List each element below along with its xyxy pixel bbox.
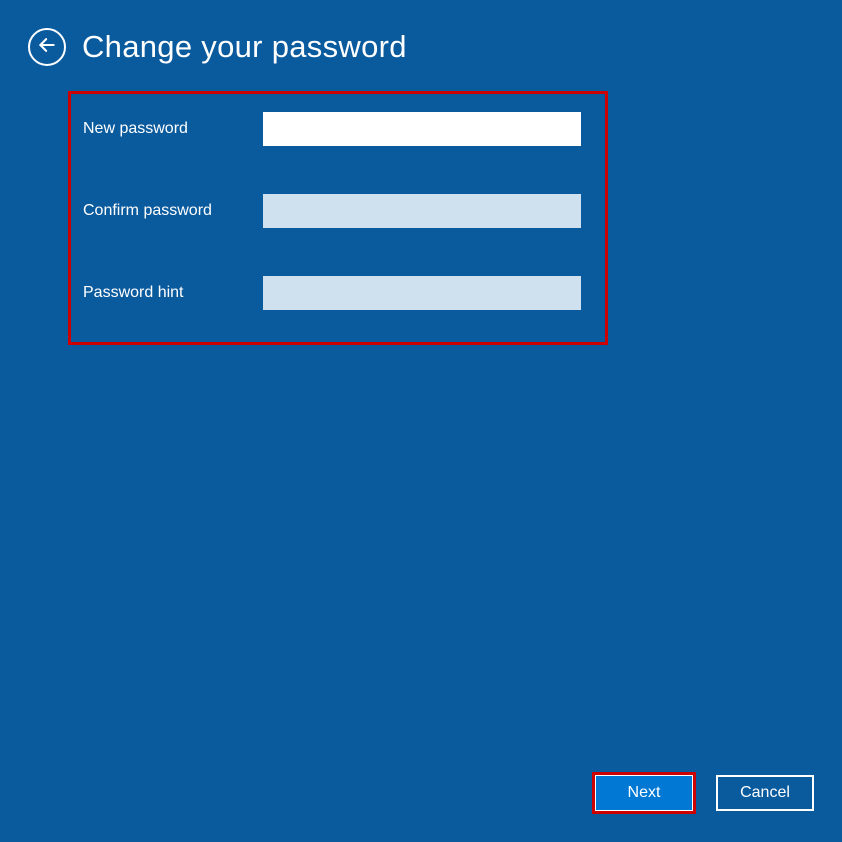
confirm-password-input[interactable] bbox=[263, 194, 581, 228]
back-button[interactable] bbox=[28, 28, 66, 66]
button-bar: Next Cancel bbox=[592, 772, 814, 814]
new-password-row: New password bbox=[83, 112, 593, 146]
cancel-button[interactable]: Cancel bbox=[716, 775, 814, 811]
confirm-password-row: Confirm password bbox=[83, 194, 593, 228]
next-button-highlight: Next bbox=[592, 772, 696, 814]
password-form-highlight: New password Confirm password Password h… bbox=[68, 91, 608, 345]
page-title: Change your password bbox=[82, 29, 407, 65]
new-password-input[interactable] bbox=[263, 112, 581, 146]
arrow-left-icon bbox=[37, 35, 57, 60]
password-hint-row: Password hint bbox=[83, 276, 593, 310]
confirm-password-label: Confirm password bbox=[83, 202, 263, 220]
next-button[interactable]: Next bbox=[595, 775, 693, 811]
password-hint-label: Password hint bbox=[83, 284, 263, 302]
password-hint-input[interactable] bbox=[263, 276, 581, 310]
new-password-label: New password bbox=[83, 120, 263, 138]
